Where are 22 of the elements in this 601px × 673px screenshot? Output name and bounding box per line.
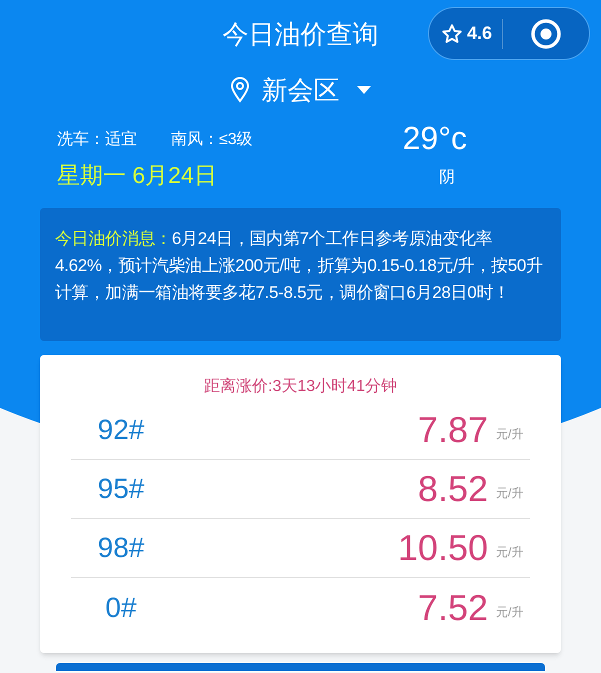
rating-button[interactable]: 4.6: [429, 8, 502, 59]
fuel-price: 7.52: [418, 586, 488, 630]
temperature: 29°c: [402, 122, 467, 154]
fuel-price: 10.50: [398, 526, 488, 570]
fuel-grade: 98#: [96, 531, 146, 565]
wind-level: 南风：≤3级: [171, 130, 253, 150]
weather-condition: 阴: [439, 168, 455, 188]
fuel-price: 7.87: [418, 408, 488, 452]
page-title: 今日油价查询: [222, 18, 378, 50]
fuel-grade: 92#: [96, 413, 146, 447]
fuel-grade: 0#: [104, 590, 138, 624]
price-unit: 元/升: [496, 426, 524, 443]
car-wash-index: 洗车：适宜: [57, 130, 137, 150]
fuel-price: 8.52: [418, 467, 488, 511]
price-unit: 元/升: [496, 544, 524, 561]
countdown-text: 距离涨价:3天13小时41分钟: [204, 376, 397, 397]
price-unit: 元/升: [496, 604, 524, 620]
notice-text: 今日油价消息：6月24日，国内第7个工作日参考原油变化率4.62%，预计汽柴油上涨200元/吨，折算为0.15-0.18元/升，按50升计算，加满一箱油将要多花7.5-8.5元，调价窗口6月28日0时！: [55, 228, 544, 304]
location-selector[interactable]: 新会区: [230, 70, 372, 110]
date-label: 星期一 6月24日: [57, 161, 218, 190]
fuel-grade: 95#: [96, 472, 146, 506]
price-unit: 元/升: [496, 485, 524, 502]
